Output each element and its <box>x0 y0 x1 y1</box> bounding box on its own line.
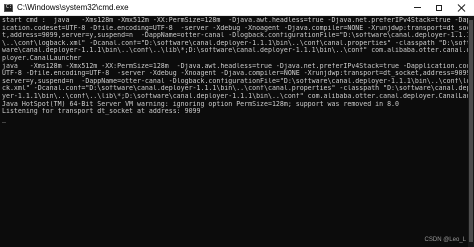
console-line: _ <box>2 115 6 123</box>
console-line: t,address=9099,server=y,suspend=n -DappN… <box>2 32 468 40</box>
console-line: ware\canal.deployer-1.1.1\bin\..\conf\..… <box>2 47 468 55</box>
watermark: CSDN @Leo_L <box>424 237 466 243</box>
minimize-icon <box>413 7 421 8</box>
console-line: ication.codeset=UTF-8 -Dfile.encoding=UT… <box>2 24 468 32</box>
console-line: \..\conf\logback.xml" -Dcanal.conf="D:\s… <box>2 39 468 47</box>
console-line: java -Xms128m -Xmx512m -XX:PermSize=128m… <box>2 62 468 70</box>
console-output[interactable]: start cmd : java -Xms128m -Xmx512m -XX:P… <box>0 17 468 247</box>
title-bar[interactable]: C:\ C:\Windows\system32\cmd.exe <box>0 0 474 16</box>
scrollbar-thumb[interactable] <box>469 20 473 242</box>
console-line: ployer.CanalLauncher <box>2 54 82 62</box>
console-line: start cmd : java -Xms128m -Xmx512m -XX:P… <box>2 17 468 24</box>
cmd-window: C:\ C:\Windows\system32\cmd.exe start cm… <box>0 0 474 247</box>
vertical-scrollbar[interactable] <box>468 16 474 247</box>
cmd-icon: C:\ <box>4 3 16 12</box>
console-line: Java HotSpot(TM) 64-Bit Server VM warnin… <box>2 100 399 108</box>
close-icon <box>457 4 465 12</box>
console-line: yer-1.1.1\bin\..\conf\..\lib\*;D:\softwa… <box>2 92 468 100</box>
console-line: server=y,suspend=n -DappName=otter-canal… <box>2 77 468 85</box>
window-controls <box>406 0 472 16</box>
console-line: Listening for transport dt_socket at add… <box>2 108 201 116</box>
window-title: C:\Windows\system32\cmd.exe <box>17 3 129 12</box>
close-button[interactable] <box>450 0 472 16</box>
minimize-button[interactable] <box>406 0 428 16</box>
console-line: ck.xml" -Dcanal.conf="D:\software\canal.… <box>2 85 468 93</box>
maximize-button[interactable] <box>428 0 450 16</box>
maximize-icon <box>436 4 442 11</box>
console-line: UTF-8 -Dfile.encoding=UTF-8 -server -Xde… <box>2 70 468 78</box>
